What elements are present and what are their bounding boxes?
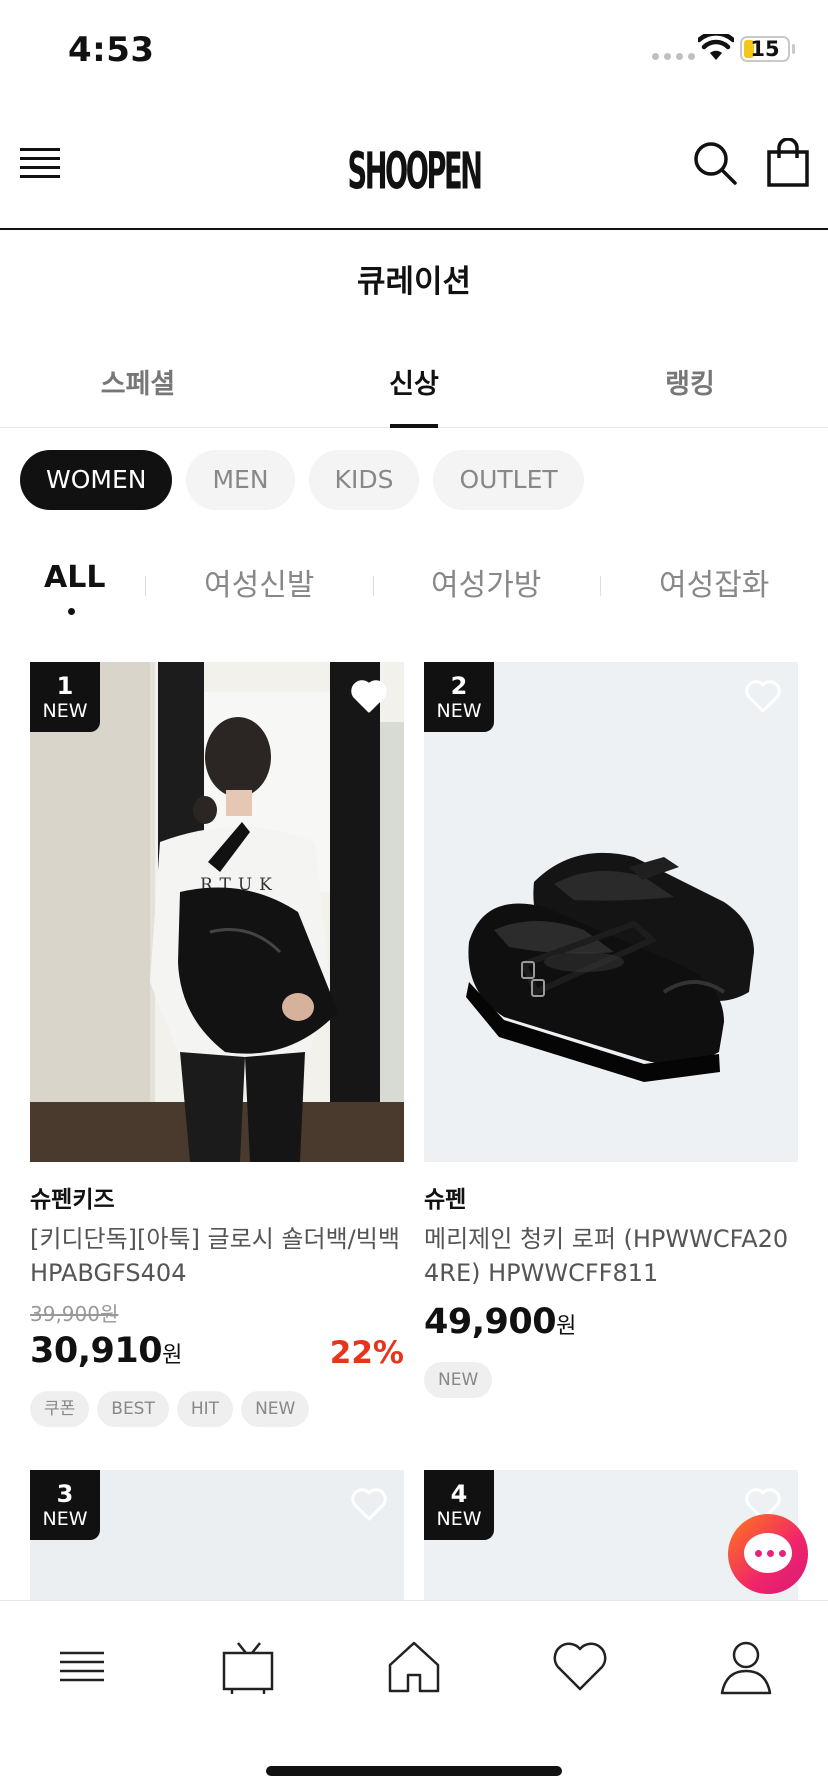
chat-button[interactable] <box>728 1514 808 1594</box>
active-tab-indicator <box>390 424 438 428</box>
product-name[interactable]: 메리제인 청키 로퍼 (HPWWCFA204RE) HPWWCFF811 <box>424 1222 798 1290</box>
price-row: 49,900원 <box>424 1302 798 1346</box>
rank-tag: NEW <box>436 700 482 722</box>
shoopen-logo[interactable]: SHOOPEN <box>344 130 484 200</box>
tab-ranking[interactable]: 랭킹 <box>552 362 828 428</box>
rank-number: 1 <box>56 672 74 700</box>
active-category-dot <box>68 608 75 615</box>
sale-price: 49,900 <box>424 1302 557 1342</box>
wifi-icon <box>698 34 734 60</box>
category-women-accessories[interactable]: 여성잡화 <box>659 560 769 604</box>
currency: 원 <box>556 1314 577 1339</box>
battery-icon: 15 <box>740 36 790 62</box>
badge-hit: HIT <box>176 1391 234 1427</box>
menu-button[interactable] <box>20 148 60 180</box>
battery-level: 15 <box>750 37 780 61</box>
rank-badge: 3 NEW <box>30 1470 100 1540</box>
product-card[interactable]: RTUK 1 NEW 슈펜키즈 [키디단독][아툭] 글로시 숄더백/빅백 HP… <box>30 662 404 1427</box>
curation-tabs: 스페셜 신상 랭킹 <box>0 338 828 428</box>
tab-label: 랭킹 <box>665 369 715 400</box>
rank-number: 3 <box>56 1480 74 1508</box>
status-bar: 4:53 15 <box>0 0 828 100</box>
home-icon[interactable] <box>384 1637 444 1697</box>
product-badges: 쿠폰 BEST HIT NEW <box>30 1391 404 1427</box>
svg-text:SHOOPEN: SHOOPEN <box>348 141 481 200</box>
chip-kids[interactable]: KIDS <box>308 450 420 510</box>
sale-price: 30,910 <box>30 1331 163 1371</box>
search-icon[interactable] <box>692 140 738 186</box>
shopping-bag-icon[interactable] <box>766 138 810 188</box>
heart-icon[interactable] <box>550 1637 610 1697</box>
rank-badge: 4 NEW <box>424 1470 494 1540</box>
person-with-black-bag-photo: RTUK <box>30 662 404 1162</box>
badge-coupon: 쿠폰 <box>30 1391 90 1427</box>
battery-tip <box>792 44 795 54</box>
cellular-signal-icon <box>652 53 695 60</box>
heart-icon[interactable] <box>350 1486 388 1522</box>
rank-tag: NEW <box>42 1508 88 1530</box>
category-all[interactable]: ALL <box>44 560 106 615</box>
tv-icon[interactable] <box>218 1637 278 1697</box>
page-title: 큐레이션 <box>356 264 472 300</box>
discount-rate: 22% <box>329 1335 404 1371</box>
category-women-shoes[interactable]: 여성신발 <box>204 560 314 604</box>
rank-tag: NEW <box>436 1508 482 1530</box>
divider <box>373 576 374 596</box>
user-icon[interactable] <box>716 1637 776 1697</box>
tab-new-arrivals[interactable]: 신상 <box>276 362 552 428</box>
status-time: 4:53 <box>68 30 155 70</box>
tab-special[interactable]: 스페셜 <box>0 362 276 428</box>
product-card[interactable]: 3 NEW <box>30 1470 404 1600</box>
app-header: SHOOPEN <box>0 100 828 230</box>
chat-dots <box>755 1550 786 1557</box>
tab-label: 스페셜 <box>100 369 176 400</box>
chip-outlet[interactable]: OUTLET <box>433 450 584 510</box>
rank-number: 2 <box>450 672 468 700</box>
divider <box>145 576 146 596</box>
product-name[interactable]: [키디단독][아툭] 글로시 숄더백/빅백 HPABGFS404 <box>30 1222 404 1290</box>
rank-tag: NEW <box>42 700 88 722</box>
black-mary-jane-loafers-photo <box>424 662 798 1162</box>
tab-label: 신상 <box>389 369 439 400</box>
product-card[interactable]: 2 NEW 슈펜 메리제인 청키 로퍼 (HPWWCFA204RE) HPWWC… <box>424 662 798 1398</box>
divider <box>600 576 601 596</box>
gender-filter: WOMEN MEN KIDS OUTLET <box>20 450 584 510</box>
heart-icon[interactable] <box>350 678 388 714</box>
chip-men[interactable]: MEN <box>186 450 295 510</box>
rank-badge: 2 NEW <box>424 662 494 732</box>
heart-icon[interactable] <box>744 678 782 714</box>
chip-women[interactable]: WOMEN <box>20 450 173 510</box>
product-image[interactable]: 2 NEW <box>424 662 798 1162</box>
product-image[interactable]: RTUK 1 NEW <box>30 662 404 1162</box>
bottom-navigation <box>0 1600 828 1792</box>
badge-best: BEST <box>97 1391 169 1427</box>
product-brand: 슈펜 <box>424 1187 467 1213</box>
product-image[interactable]: 3 NEW <box>30 1470 404 1600</box>
product-brand: 슈펜키즈 <box>30 1187 115 1213</box>
rank-badge: 1 NEW <box>30 662 100 732</box>
category-label: ALL <box>44 560 106 595</box>
home-indicator <box>266 1766 562 1776</box>
badge-new: NEW <box>241 1391 310 1427</box>
category-filter: ALL 여성신발 여성가방 여성잡화 <box>0 560 828 620</box>
menu-icon[interactable] <box>52 1637 112 1697</box>
price-row: 30,910원 22% <box>30 1331 404 1375</box>
original-price: 39,900원 <box>30 1302 119 1326</box>
currency: 원 <box>162 1343 183 1368</box>
product-badges: NEW <box>424 1362 798 1398</box>
rank-number: 4 <box>450 1480 468 1508</box>
badge-new: NEW <box>424 1362 493 1398</box>
category-women-bags[interactable]: 여성가방 <box>431 560 541 604</box>
